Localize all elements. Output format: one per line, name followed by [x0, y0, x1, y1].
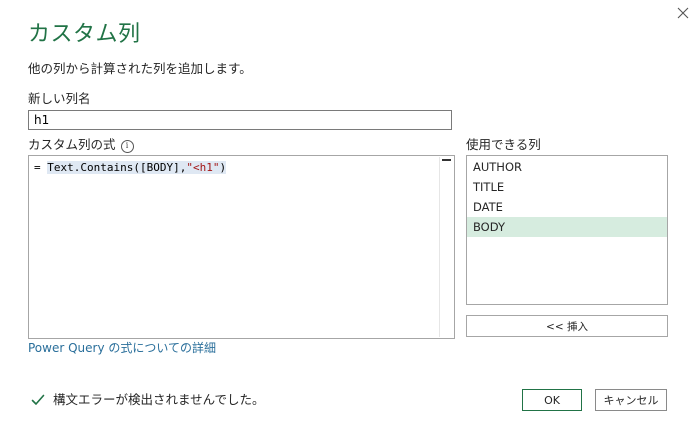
syntax-status: 構文エラーが検出されませんでした。	[30, 392, 265, 408]
check-icon	[30, 392, 46, 408]
close-button[interactable]	[672, 2, 694, 24]
scrollbar-top-marker	[442, 159, 451, 161]
new-column-name-label: 新しい列名	[28, 91, 91, 106]
dialog-subtitle: 他の列から計算された列を追加します。	[28, 61, 252, 76]
column-item-author[interactable]: AUTHOR	[467, 157, 667, 177]
column-item-date[interactable]: DATE	[467, 197, 667, 217]
formula-scrollbar[interactable]	[439, 157, 453, 337]
syntax-status-text: 構文エラーが検出されませんでした。	[53, 392, 265, 407]
available-columns-label: 使用できる列	[466, 137, 541, 152]
available-columns-list[interactable]: AUTHOR TITLE DATE BODY	[466, 155, 668, 305]
close-icon	[677, 7, 689, 19]
ok-button[interactable]: OK	[522, 389, 582, 411]
info-icon[interactable]: i	[120, 139, 134, 153]
cancel-button[interactable]: キャンセル	[595, 389, 667, 411]
insert-button[interactable]: << 挿入	[466, 315, 668, 337]
formula-prefix: =	[34, 161, 48, 174]
formula-text[interactable]: = Text.Contains([BODY],"<h1")	[34, 160, 227, 175]
formula-label: カスタム列の式	[28, 137, 116, 152]
formula-label-row: カスタム列の式 i	[28, 137, 134, 153]
formula-editor[interactable]: = Text.Contains([BODY],"<h1")	[28, 155, 455, 339]
column-item-body[interactable]: BODY	[467, 217, 667, 237]
formula-code: Text.Contains([BODY],"<h1")	[47, 161, 227, 174]
power-query-help-link[interactable]: Power Query の式についての詳細	[28, 340, 216, 356]
column-item-title[interactable]: TITLE	[467, 177, 667, 197]
new-column-name-input[interactable]	[28, 110, 452, 130]
dialog-title: カスタム列	[28, 22, 141, 47]
